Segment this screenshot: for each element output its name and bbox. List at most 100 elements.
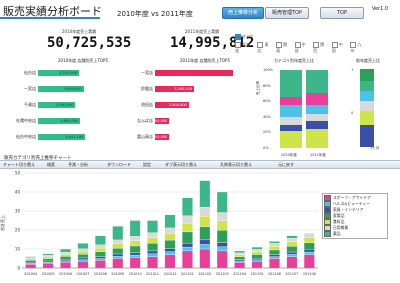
bar-segment-3[interactable] bbox=[77, 253, 89, 259]
bar-segment-2[interactable] bbox=[94, 256, 106, 259]
bar-segment-1[interactable] bbox=[199, 244, 211, 250]
bar-segment-0[interactable] bbox=[25, 264, 37, 269]
bar-segment-6[interactable] bbox=[216, 191, 228, 213]
bar-segment-2[interactable] bbox=[286, 251, 298, 255]
bar-segment-3[interactable] bbox=[42, 258, 54, 262]
bar-segment-6[interactable] bbox=[112, 226, 124, 241]
bar-segment-0[interactable] bbox=[216, 250, 228, 269]
bar-segment-3[interactable] bbox=[234, 256, 246, 260]
bar-segment-4[interactable] bbox=[147, 237, 158, 244]
bar-segment-5[interactable] bbox=[129, 236, 141, 241]
store-bar[interactable]: 1,100,000 bbox=[149, 134, 170, 140]
bar-segment-6[interactable] bbox=[129, 220, 141, 237]
toolbar-search[interactable]: 検索 bbox=[47, 162, 55, 167]
bar-segment-3[interactable] bbox=[60, 256, 71, 260]
bar-segment-6[interactable] bbox=[234, 250, 246, 253]
bar-segment-2[interactable] bbox=[129, 252, 141, 256]
bar-segment-1[interactable] bbox=[216, 246, 228, 252]
bar-segment-4[interactable] bbox=[129, 240, 141, 247]
bar-segment-2[interactable] bbox=[77, 257, 89, 260]
bar-segment-0[interactable] bbox=[129, 257, 141, 269]
bar-segment-6[interactable] bbox=[182, 197, 193, 216]
bar-segment-4[interactable] bbox=[60, 253, 71, 257]
bar-segment-0[interactable] bbox=[251, 261, 263, 269]
bar-segment-0[interactable] bbox=[112, 258, 124, 269]
bar-segment-0[interactable] bbox=[199, 248, 211, 269]
bar-segment-5[interactable] bbox=[286, 238, 298, 242]
bar-segment-5[interactable] bbox=[269, 243, 280, 247]
bar-segment-4[interactable] bbox=[164, 233, 176, 241]
store-bar[interactable]: 1,100,000 bbox=[149, 118, 170, 124]
bar-segment-1[interactable] bbox=[77, 259, 89, 262]
bar-segment-6[interactable] bbox=[77, 243, 89, 249]
bar-segment-6[interactable] bbox=[147, 220, 158, 233]
bar-segment-6[interactable] bbox=[94, 235, 106, 245]
bar-segment-5[interactable] bbox=[216, 212, 228, 221]
bar-segment-2[interactable] bbox=[251, 258, 263, 260]
store-bar[interactable]: 3,500,000 bbox=[38, 70, 79, 76]
bar-segment-6[interactable] bbox=[25, 256, 37, 258]
bar-segment-6[interactable] bbox=[269, 241, 280, 244]
store-bar[interactable]: 2,600,000 bbox=[155, 102, 189, 108]
bar-segment-3[interactable] bbox=[199, 226, 211, 241]
bar-segment-3[interactable] bbox=[286, 246, 298, 253]
bar-segment-4[interactable] bbox=[94, 247, 106, 253]
toolbar-forecast[interactable]: 予測・分析 bbox=[68, 162, 88, 167]
bar-segment-5[interactable] bbox=[199, 207, 211, 217]
bar-segment-2[interactable] bbox=[199, 239, 211, 245]
bar-segment-1[interactable] bbox=[251, 259, 263, 262]
bar-segment-3[interactable] bbox=[216, 230, 228, 243]
bar-segment-4[interactable] bbox=[269, 246, 280, 251]
bar-segment-2[interactable] bbox=[303, 249, 315, 253]
bar-segment-6[interactable] bbox=[199, 180, 211, 208]
bar-segment-2[interactable] bbox=[269, 254, 280, 257]
ratio-bar[interactable] bbox=[280, 70, 302, 148]
bar-segment-4[interactable] bbox=[42, 256, 54, 259]
region-checkbox-6[interactable]: 九州 bbox=[350, 42, 365, 54]
bar-segment-5[interactable] bbox=[94, 244, 106, 249]
store-bar[interactable]: 4,041,100 bbox=[38, 134, 86, 140]
bar-segment-4[interactable] bbox=[286, 241, 298, 247]
bar-segment-1[interactable] bbox=[42, 261, 54, 264]
bar-segment-5[interactable] bbox=[60, 252, 71, 255]
bar-segment-1[interactable] bbox=[129, 254, 141, 258]
bar-segment-4[interactable] bbox=[25, 258, 37, 261]
bar-segment-1[interactable] bbox=[60, 260, 71, 263]
bar-segment-5[interactable] bbox=[25, 257, 37, 260]
bar-segment-6[interactable] bbox=[42, 253, 54, 256]
bar-segment-6[interactable] bbox=[286, 235, 298, 239]
bar-segment-2[interactable] bbox=[60, 259, 71, 261]
bar-segment-1[interactable] bbox=[147, 253, 158, 257]
bar-segment-1[interactable] bbox=[234, 260, 246, 263]
toolbar-download[interactable]: ダウンロード bbox=[107, 162, 131, 167]
bar-segment-5[interactable] bbox=[164, 227, 176, 234]
store-bar[interactable]: 3,900,000 bbox=[38, 86, 84, 92]
toolbar-settings[interactable]: 設定 bbox=[143, 162, 151, 167]
bar-segment-0[interactable] bbox=[303, 254, 315, 269]
bar-segment-0[interactable] bbox=[164, 254, 176, 269]
bar-segment-2[interactable] bbox=[147, 250, 158, 254]
toolbar-tab-toggle[interactable]: ダブ表示切り替え bbox=[165, 162, 197, 167]
store-bar[interactable]: 3,000,000 bbox=[155, 86, 194, 92]
bar-segment-6[interactable] bbox=[60, 248, 71, 253]
bar-segment-2[interactable] bbox=[234, 259, 246, 262]
bar-segment-3[interactable] bbox=[251, 254, 263, 259]
bar-segment-2[interactable] bbox=[164, 248, 176, 252]
sales-trend-button[interactable]: 売上推移分析 bbox=[222, 7, 264, 19]
bar-segment-4[interactable] bbox=[77, 251, 89, 255]
bar-segment-2[interactable] bbox=[216, 242, 228, 247]
bar-segment-4[interactable] bbox=[251, 251, 263, 255]
bar-segment-0[interactable] bbox=[286, 256, 298, 269]
bar-segment-0[interactable] bbox=[147, 256, 158, 269]
bar-segment-3[interactable] bbox=[25, 260, 37, 263]
bar-segment-3[interactable] bbox=[303, 242, 315, 250]
bar-segment-5[interactable] bbox=[147, 232, 158, 238]
bar-segment-5[interactable] bbox=[112, 239, 124, 244]
bar-segment-0[interactable] bbox=[182, 250, 193, 269]
bar-segment-1[interactable] bbox=[112, 256, 124, 259]
region-checkbox-5[interactable]: 中国 bbox=[331, 42, 347, 54]
bar-segment-2[interactable] bbox=[42, 260, 54, 263]
bar-segment-3[interactable] bbox=[269, 249, 280, 255]
bar-segment-1[interactable] bbox=[269, 256, 280, 259]
bar-segment-5[interactable] bbox=[251, 249, 263, 252]
